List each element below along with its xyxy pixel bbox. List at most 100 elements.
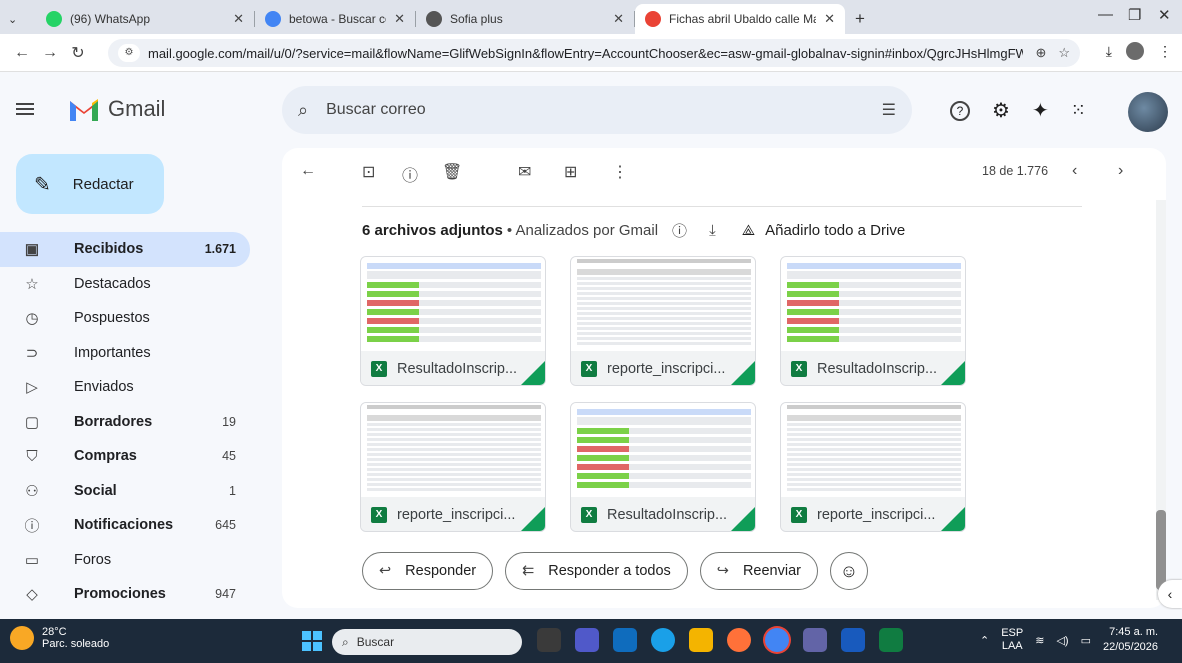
search-input[interactable]: Buscar correo xyxy=(326,101,882,119)
attachment-card[interactable]: Xreporte_inscripci... xyxy=(780,402,966,532)
tab-menu-button[interactable]: ⌄ xyxy=(0,4,36,34)
download-icon[interactable]: ⤓ xyxy=(1106,43,1112,60)
tab-close-icon[interactable]: ✕ xyxy=(233,11,244,27)
outlook-icon[interactable] xyxy=(613,628,637,652)
tab-close-icon[interactable]: ✕ xyxy=(613,11,624,27)
wifi-icon[interactable]: ≋ xyxy=(1035,634,1044,647)
sidebar-item-pospuestos[interactable]: ◷ Pospuestos xyxy=(0,301,250,336)
browser-tab[interactable]: betowa - Buscar con Google ✕ xyxy=(255,4,415,34)
clock[interactable]: 7:45 a. m. 22/05/2026 xyxy=(1103,625,1158,655)
attachment-footer: X ResultadoInscrip... xyxy=(781,351,965,385)
bookmark-star-icon[interactable]: ☆ xyxy=(1058,45,1070,61)
compose-button[interactable]: ✎ Redactar xyxy=(16,154,164,214)
tab-close-icon[interactable]: ✕ xyxy=(394,11,405,27)
task-view-icon[interactable] xyxy=(537,628,561,652)
extensions-icon[interactable] xyxy=(1126,42,1144,60)
new-tab-button[interactable]: + xyxy=(845,4,875,34)
sidebar-item-enviados[interactable]: ▷ Enviados xyxy=(0,370,250,405)
word-icon[interactable] xyxy=(841,628,865,652)
tab-favicon xyxy=(426,11,442,27)
apps-grid-icon[interactable]: ⁙ xyxy=(1071,100,1086,121)
sidebar-item-foros[interactable]: ▭ Foros xyxy=(0,543,250,578)
maximize-button[interactable]: ❐ xyxy=(1128,6,1141,24)
back-arrow-icon[interactable]: ← xyxy=(8,44,36,62)
excel-icon[interactable] xyxy=(879,628,903,652)
back-to-inbox-icon[interactable]: ← xyxy=(300,162,316,180)
volume-icon[interactable]: ◁) xyxy=(1056,634,1068,647)
sidebar-item-label: Social xyxy=(74,482,117,499)
windows-start-icon[interactable] xyxy=(302,631,322,651)
browser-tab[interactable]: (96) WhatsApp ✕ xyxy=(36,4,254,34)
add-to-drive-label[interactable]: Añadirlo todo a Drive xyxy=(765,222,905,239)
help-icon[interactable]: ? xyxy=(950,100,970,121)
settings-gear-icon[interactable]: ⚙ xyxy=(992,98,1010,123)
emoji-reaction-button[interactable]: ☺ xyxy=(829,552,868,590)
gemini-sparkle-icon[interactable]: ✦ xyxy=(1032,98,1049,123)
sidebar-item-importantes[interactable]: ⊃ Importantes xyxy=(0,336,250,371)
firefox-icon[interactable] xyxy=(727,628,751,652)
attachment-card[interactable]: Xreporte_inscripci... xyxy=(360,402,546,532)
scrollbar-thumb[interactable] xyxy=(1156,510,1166,590)
sidebar-item-promociones[interactable]: ◇ Promociones 947 xyxy=(0,577,250,612)
older-chevron-icon[interactable]: › xyxy=(1118,162,1123,180)
search-icon[interactable]: ⌕ xyxy=(298,100,308,121)
tray-chevron-icon[interactable]: ⌃ xyxy=(980,634,989,647)
battery-icon[interactable]: ▭ xyxy=(1081,634,1091,647)
report-spam-icon[interactable]: ⓘ xyxy=(402,162,418,186)
attachment-card[interactable]: X ResultadoInscrip... xyxy=(780,256,966,386)
sidebar-item-count: 645 xyxy=(215,518,236,533)
reload-icon[interactable]: ↻ xyxy=(64,43,92,63)
teams-classic-icon[interactable] xyxy=(803,628,827,652)
newer-chevron-icon[interactable]: ‹ xyxy=(1072,162,1077,180)
attachment-card[interactable]: X ResultadoInscrip... xyxy=(360,256,546,386)
excel-file-icon: X xyxy=(371,507,387,523)
forward-button[interactable]: ↪ Reenviar xyxy=(699,552,818,590)
attachment-card[interactable]: X ResultadoInscrip... xyxy=(570,402,756,532)
forward-label: Reenviar xyxy=(742,563,801,579)
more-options-icon[interactable]: ⋮ xyxy=(612,162,628,182)
url-field[interactable]: ⚙ mail.google.com/mail/u/0/?service=mail… xyxy=(108,39,1080,67)
info-icon[interactable]: ⓘ xyxy=(672,220,687,241)
sidebar-item-destacados[interactable]: ☆ Destacados xyxy=(0,267,250,302)
browser-tab[interactable]: Sofia plus ✕ xyxy=(416,4,634,34)
edge-icon[interactable] xyxy=(651,628,675,652)
sheets-corner-icon xyxy=(521,507,545,531)
account-avatar[interactable] xyxy=(1128,92,1168,132)
scrollbar[interactable] xyxy=(1156,200,1166,600)
input-language[interactable]: ESP xyxy=(1001,627,1023,640)
search-bar[interactable]: ⌕ Buscar correo ☰ xyxy=(282,86,912,134)
browser-tab[interactable]: Fichas abril Ubaldo calle Manip ✕ xyxy=(635,4,845,34)
chrome-icon[interactable] xyxy=(765,628,789,652)
archive-icon[interactable]: ⊡ xyxy=(362,162,375,182)
mark-unread-icon[interactable]: ✉ xyxy=(518,162,531,182)
file-explorer-icon[interactable] xyxy=(689,628,713,652)
sidebar-item-social[interactable]: ⚇ Social 1 xyxy=(0,474,250,509)
sidebar-item-borradores[interactable]: ▢ Borradores 19 xyxy=(0,405,250,440)
download-all-icon[interactable]: ⤓ xyxy=(709,222,716,239)
add-to-drive-icon[interactable]: ⟁ xyxy=(742,222,755,239)
close-window-button[interactable]: ✕ xyxy=(1158,6,1171,24)
sidebar-item-recibidos[interactable]: ▣ Recibidos 1.671 xyxy=(0,232,250,267)
zoom-icon[interactable]: ⊕ xyxy=(1035,45,1046,61)
main-menu-icon[interactable] xyxy=(16,100,34,118)
reply-all-button[interactable]: ⇇ Responder a todos xyxy=(505,552,688,590)
attachment-filename: reporte_inscripci... xyxy=(397,507,516,523)
reply-button[interactable]: ↩ Responder xyxy=(362,552,494,590)
weather-widget[interactable]: 28°C Parc. soleado xyxy=(10,626,109,650)
sheets-corner-icon xyxy=(941,507,965,531)
sidebar-item-notificaciones[interactable]: ⓘ Notificaciones 645 xyxy=(0,508,250,543)
search-options-icon[interactable]: ☰ xyxy=(882,100,896,120)
minimize-button[interactable]: — xyxy=(1098,6,1113,23)
gmail-logo[interactable]: Gmail xyxy=(68,96,165,122)
site-info-icon[interactable]: ⚙ xyxy=(118,44,140,62)
taskbar-search[interactable]: ⌕ Buscar xyxy=(332,629,522,655)
side-panel-toggle-icon[interactable]: ‹ xyxy=(1158,580,1182,608)
browser-menu-icon[interactable]: ⋮ xyxy=(1158,43,1172,60)
attachment-card[interactable]: Xreporte_inscripci... xyxy=(570,256,756,386)
move-to-icon[interactable]: ⊞ xyxy=(564,162,577,182)
delete-trash-icon[interactable]: 🗑 xyxy=(442,162,462,182)
sidebar-item-compras[interactable]: ⛉ Compras 45 xyxy=(0,439,250,474)
forward-arrow-icon[interactable]: → xyxy=(36,44,64,62)
teams-icon[interactable] xyxy=(575,628,599,652)
tab-close-icon[interactable]: ✕ xyxy=(824,11,835,27)
